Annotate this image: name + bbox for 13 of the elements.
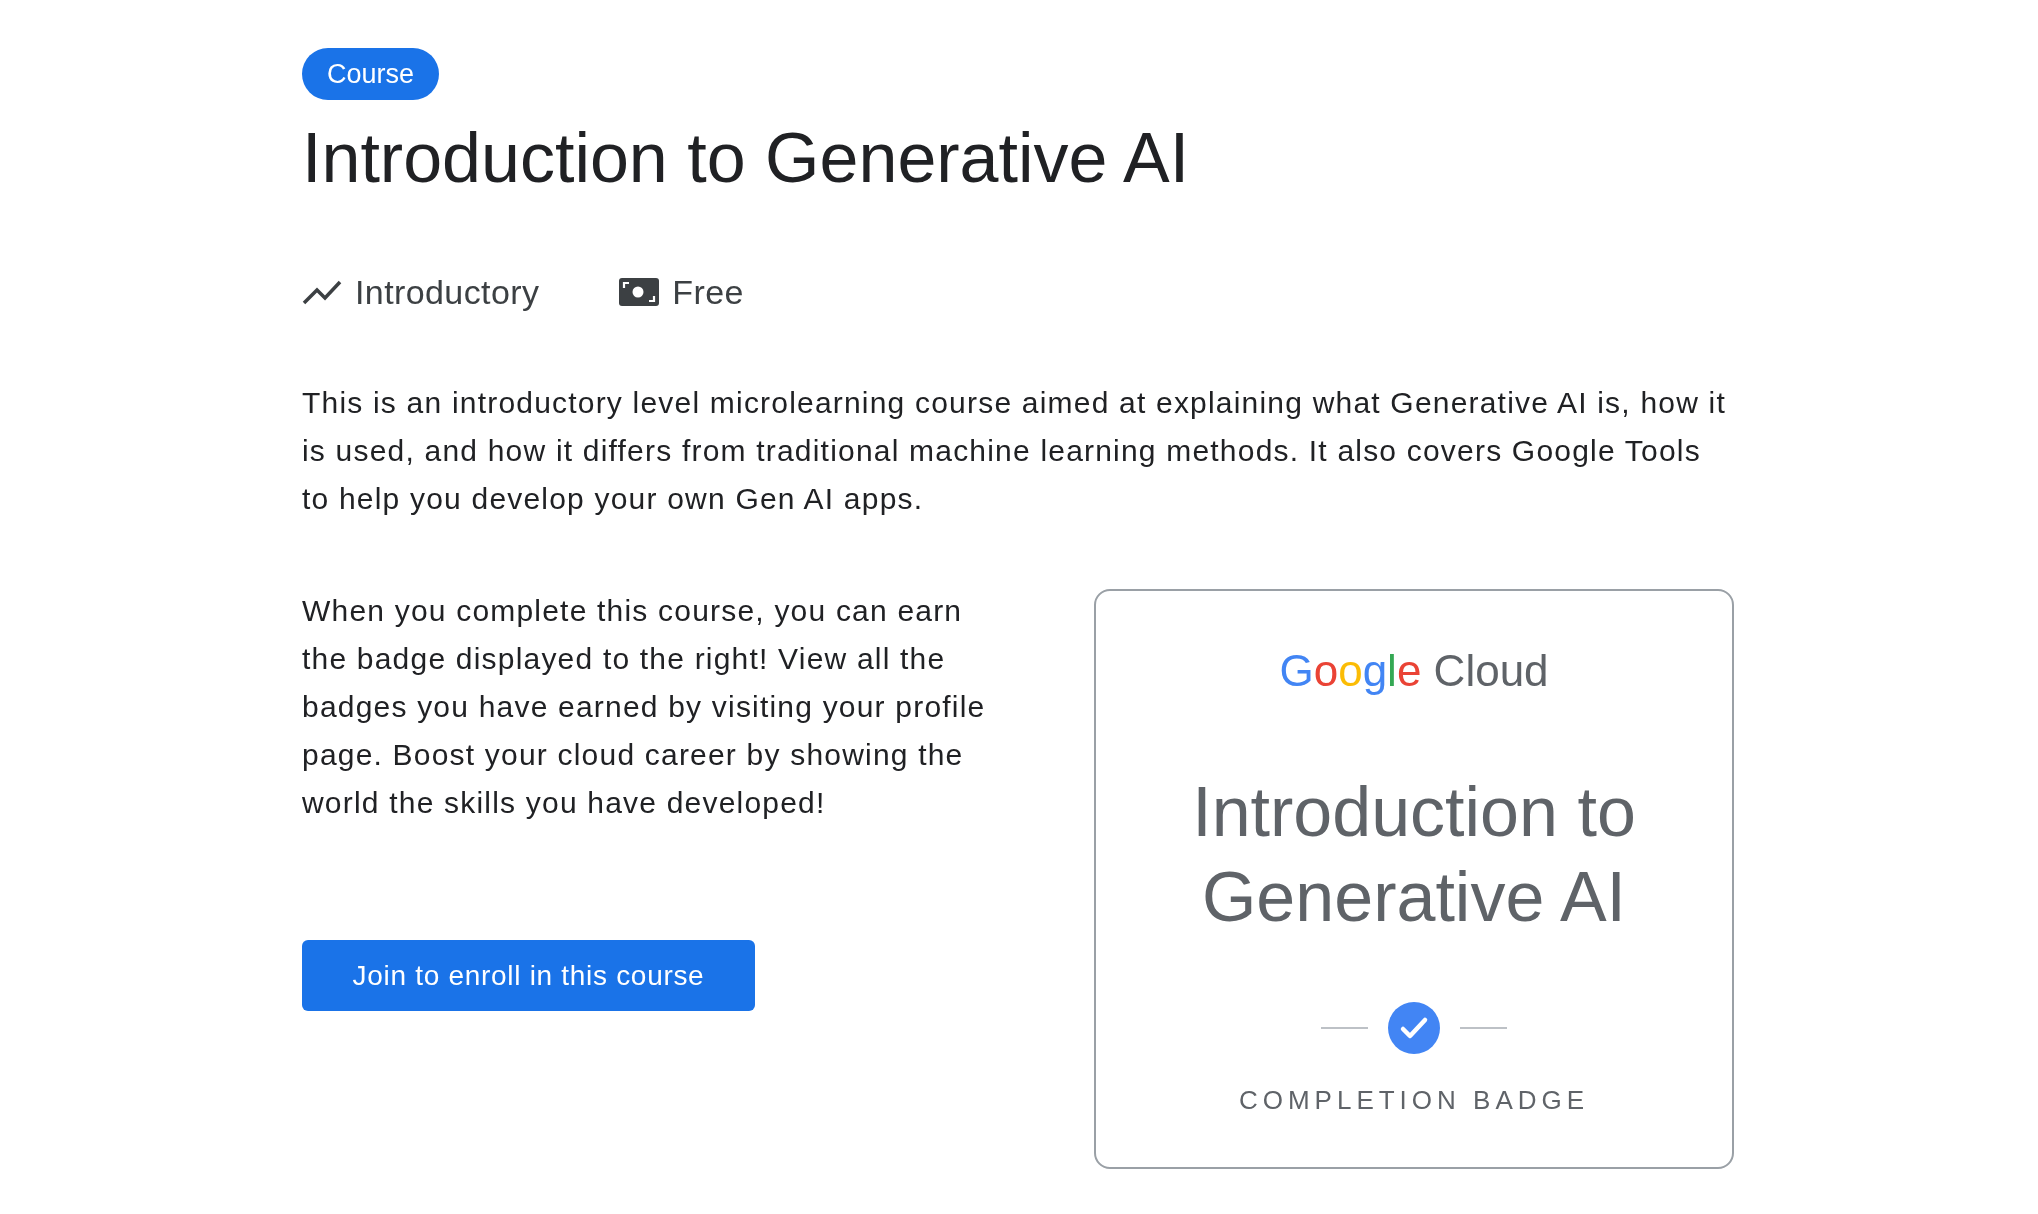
course-price-text: Free: [672, 272, 744, 313]
page-title: Introduction to Generative AI: [302, 118, 1191, 199]
banknote-icon: [619, 278, 660, 306]
badge-caption: COMPLETION BADGE: [1238, 1084, 1590, 1117]
badge-title: Introduction to Generative AI: [1191, 772, 1637, 938]
course-description: This is an introductory level microlearning course aimed at explaining what Generative AI is, how it is used, and how it differs from traditional machine learning methods. It also covers Google Tools to help you develop your own Gen AI apps.: [302, 385, 1727, 517]
brand-logo: Google Cloud: [1279, 645, 1549, 697]
trend-line-icon: [302, 279, 342, 305]
check-circle-icon: [1388, 1002, 1440, 1054]
enroll-button[interactable]: Join to enroll in this course: [302, 940, 755, 1011]
course-level-text: Introductory: [355, 272, 540, 313]
course-tag: Course: [302, 48, 440, 100]
badge-info-text: When you complete this course, you can earn the badge displayed to the right! View all the badges you have earned by visiting your profile page. Boost your cloud career by showing the world the skills you have developed!: [302, 593, 987, 821]
